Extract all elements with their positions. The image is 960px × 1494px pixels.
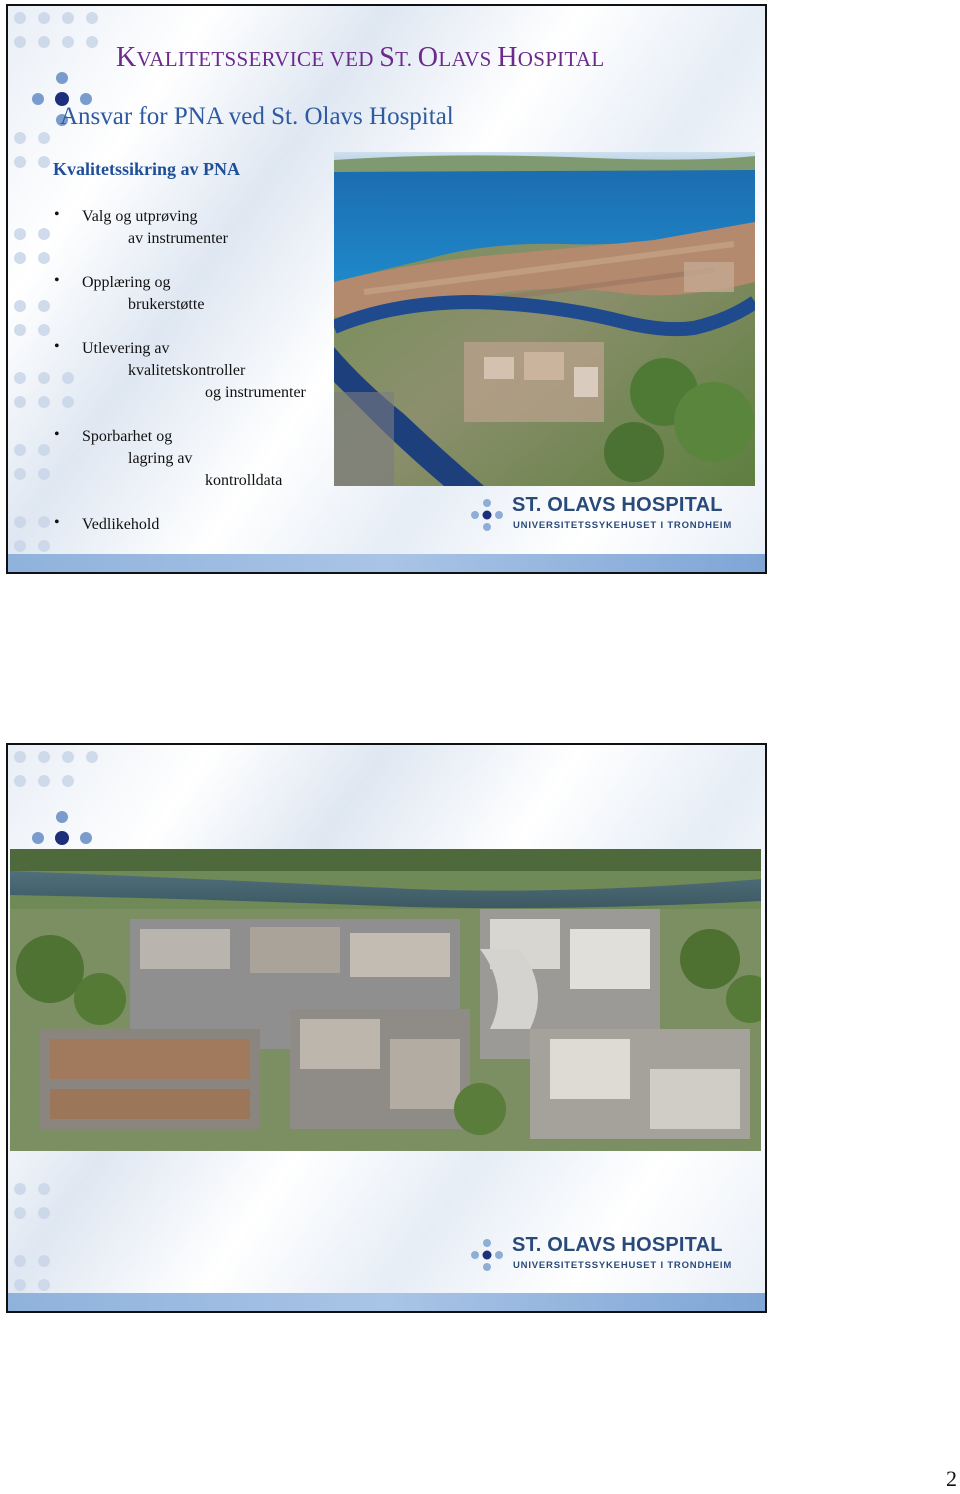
slide-1: KVALITETSSERVICE VED ST. OLAVS HOSPITAL …	[6, 4, 767, 574]
logo-name: ST. OLAVS HOSPITAL	[512, 494, 723, 516]
bullet-icon: •	[54, 338, 60, 355]
slide-title: KVALITETSSERVICE VED ST. OLAVS HOSPITAL	[116, 42, 605, 73]
footer-bar	[8, 554, 765, 572]
list-item: • Sporbarhet og lagring av kontrolldata	[54, 426, 283, 489]
logo-dots-icon	[471, 1239, 503, 1271]
slide-2: ST. OLAVS HOSPITAL UNIVERSITETSSYKEHUSET…	[6, 743, 767, 1313]
bullet-icon: •	[54, 272, 60, 289]
bullet-list: • Valg og utprøving av instrumenter • Op…	[48, 206, 348, 558]
aerial-hospital-campus-photo	[10, 849, 761, 1151]
list-item: • Vedlikehold	[54, 514, 160, 533]
section-heading: Kvalitetssikring av PNA	[53, 159, 240, 179]
page-number: 2	[946, 1466, 957, 1491]
logo-name: ST. OLAVS HOSPITAL	[512, 1234, 723, 1256]
aerial-city-photo	[334, 152, 755, 486]
list-item: • Opplæring og brukerstøtte	[54, 272, 205, 313]
list-item: • Utlevering av kvalitetskontroller og i…	[54, 338, 306, 401]
bullet-icon: •	[54, 426, 60, 443]
bullet-icon: •	[54, 514, 60, 531]
list-item: • Valg og utprøving av instrumenter	[54, 206, 228, 247]
slide-subtitle: Ansvar for PNA ved St. Olavs Hospital	[60, 103, 454, 130]
hospital-logo: ST. OLAVS HOSPITAL UNIVERSITETSSYKEHUSET…	[469, 1234, 739, 1274]
logo-subtitle: UNIVERSITETSSYKEHUSET I TRONDHEIM	[513, 1260, 733, 1271]
hospital-logo: ST. OLAVS HOSPITAL UNIVERSITETSSYKEHUSET…	[469, 494, 739, 534]
footer-bar	[8, 1293, 765, 1311]
logo-dots-icon	[471, 499, 503, 531]
bullet-icon: •	[54, 206, 60, 223]
logo-subtitle: UNIVERSITETSSYKEHUSET I TRONDHEIM	[513, 520, 733, 531]
